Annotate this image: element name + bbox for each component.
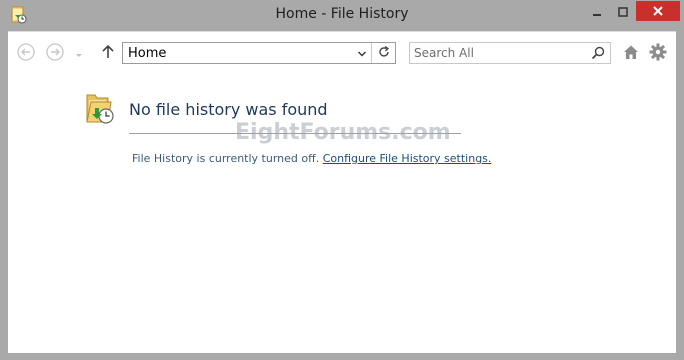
forward-button[interactable]: [45, 42, 65, 66]
content-area: Home Search All No file history was foun…: [8, 31, 676, 353]
search-box[interactable]: [409, 42, 611, 64]
maximize-icon: [618, 2, 628, 21]
page-heading: No file history was found: [129, 100, 328, 119]
close-icon: [652, 2, 664, 21]
recent-locations-button[interactable]: [72, 44, 86, 64]
home-icon: [622, 43, 640, 65]
chevron-down-icon: [357, 44, 367, 63]
search-icon[interactable]: [590, 45, 606, 61]
configure-settings-link[interactable]: Configure File History settings.: [323, 152, 492, 165]
search-input[interactable]: [414, 44, 590, 62]
status-text: File History is currently turned off.: [132, 152, 320, 165]
heading-divider: [129, 133, 461, 134]
settings-button[interactable]: [648, 43, 668, 65]
gear-icon: [649, 43, 667, 65]
file-history-folder-icon: [84, 92, 116, 126]
file-history-window: Home - File History Home Search All No f…: [0, 0, 684, 360]
navigation-toolbar: Home: [8, 32, 676, 76]
minimize-button[interactable]: [584, 1, 610, 21]
back-arrow-icon: [16, 42, 36, 66]
address-value: Home: [128, 46, 167, 61]
address-bar[interactable]: Home: [122, 42, 396, 64]
forward-arrow-icon: [45, 42, 65, 66]
up-button[interactable]: [98, 44, 118, 64]
title-bar[interactable]: Home - File History: [0, 0, 684, 31]
close-button[interactable]: [636, 1, 680, 21]
window-title: Home - File History: [275, 6, 409, 22]
up-arrow-icon: [98, 42, 118, 66]
minimize-icon: [592, 2, 602, 21]
refresh-icon: [377, 44, 391, 63]
recent-dropdown-icon: [74, 45, 84, 64]
home-button[interactable]: [621, 44, 641, 64]
maximize-button[interactable]: [610, 1, 636, 21]
status-message: File History is currently turned off. Co…: [132, 152, 491, 165]
address-dropdown-button[interactable]: [354, 43, 370, 63]
back-button[interactable]: [16, 42, 36, 66]
refresh-button[interactable]: [371, 43, 396, 63]
